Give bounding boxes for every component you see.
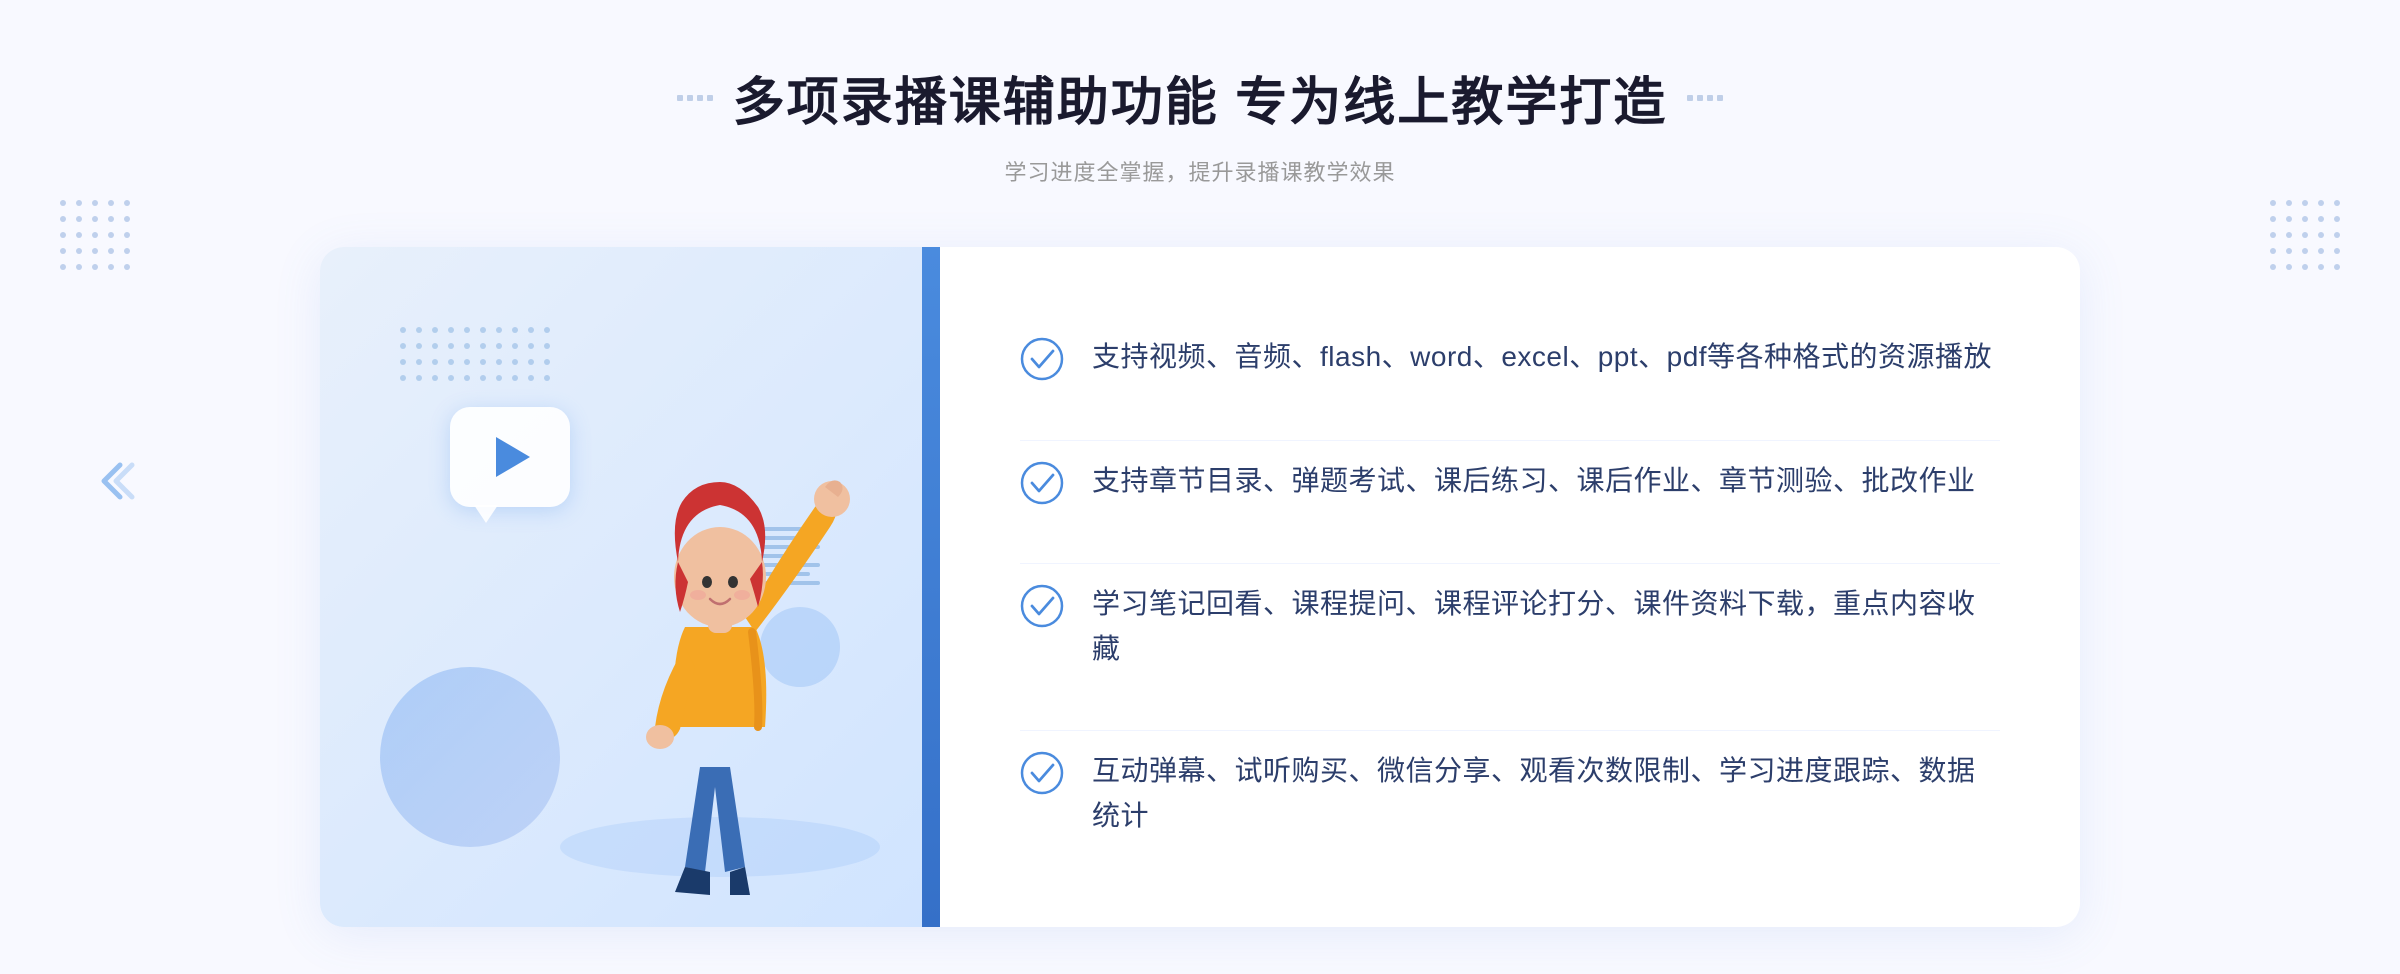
main-card: 支持视频、音频、flash、word、excel、ppt、pdf等各种格式的资源… [320,247,2080,927]
content-area: 支持视频、音频、flash、word、excel、ppt、pdf等各种格式的资源… [940,247,2080,927]
feature-text-3: 学习笔记回看、课程提问、课程评论打分、课件资料下载，重点内容收藏 [1092,582,2000,672]
feature-text-4: 互动弹幕、试听购买、微信分享、观看次数限制、学习进度跟踪、数据统计 [1092,749,2000,839]
outer-dots-left-decoration [60,200,130,270]
check-circle-icon-1 [1020,337,1064,381]
play-icon [496,437,530,477]
feature-item-3: 学习笔记回看、课程提问、课程评论打分、课件资料下载，重点内容收藏 [1020,563,2000,690]
illustration-dots-background [400,327,550,381]
page-subtitle: 学习进度全掌握，提升录播课教学效果 [677,155,1723,187]
chevron-left-icon[interactable] [88,455,140,519]
page-container: 多项录播课辅助功能 专为线上教学打造 学习进度全掌握，提升录播课教学效果 [0,0,2400,974]
header-decoration-left [677,95,713,101]
check-circle-icon-3 [1020,584,1064,628]
check-circle-icon-4 [1020,751,1064,795]
outer-dots-right-decoration [2270,200,2340,270]
check-circle-icon-2 [1020,461,1064,505]
feature-text-2: 支持章节目录、弹题考试、课后练习、课后作业、章节测验、批改作业 [1092,459,1976,504]
feature-item-4: 互动弹幕、试听购买、微信分享、观看次数限制、学习进度跟踪、数据统计 [1020,730,2000,857]
character-illustration [530,347,910,927]
illustration-area [320,247,940,927]
page-title: 多项录播课辅助功能 专为线上教学打造 [733,60,1667,135]
feature-text-1: 支持视频、音频、flash、word、excel、ppt、pdf等各种格式的资源… [1092,335,1992,380]
feature-item-1: 支持视频、音频、flash、word、excel、ppt、pdf等各种格式的资源… [1020,317,2000,399]
feature-item-2: 支持章节目录、弹题考试、课后练习、课后作业、章节测验、批改作业 [1020,440,2000,523]
header-decoration-right [1687,95,1723,101]
blue-accent-bar [922,247,940,927]
page-header: 多项录播课辅助功能 专为线上教学打造 学习进度全掌握，提升录播课教学效果 [677,60,1723,187]
